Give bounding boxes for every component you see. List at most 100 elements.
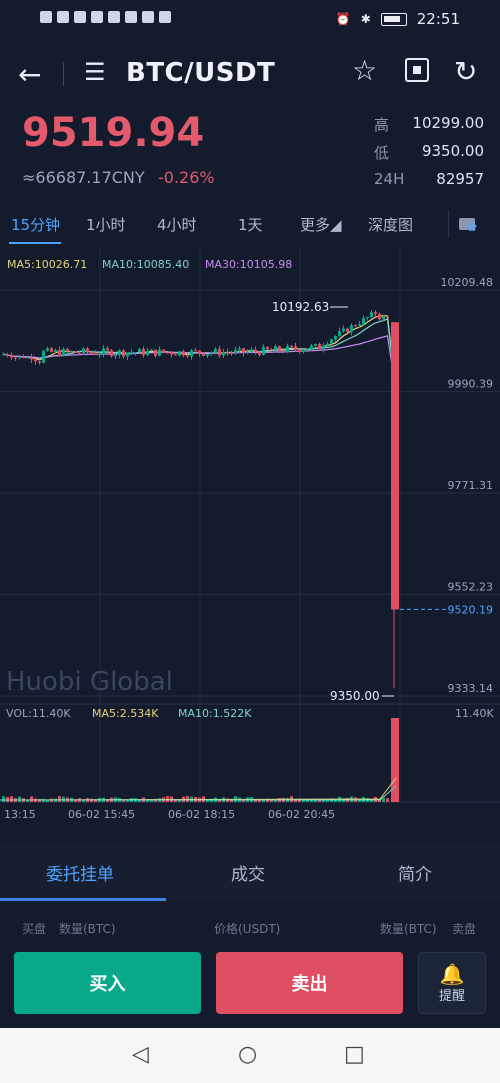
home-circle-icon[interactable]: ○	[238, 1042, 257, 1067]
stat-value: 9350.00	[421, 142, 484, 160]
candle-body	[214, 348, 217, 353]
status-icons-right: ⏰ ✱ 22:51	[336, 10, 460, 28]
price-header: 价格(USDT)	[214, 922, 281, 936]
candle-body	[154, 349, 157, 356]
candle-body	[2, 354, 5, 356]
tab-trades[interactable]: 成交	[231, 860, 265, 885]
signal-icon	[57, 11, 69, 23]
refresh-icon[interactable]: ↻	[454, 55, 477, 88]
bell-icon: 🔔	[439, 961, 465, 986]
candle-body	[106, 348, 109, 351]
x-tick-label: 06-02 15:45	[68, 808, 135, 821]
candle-body	[386, 316, 389, 318]
candle-body	[234, 349, 237, 354]
candle-body	[362, 317, 365, 325]
kline-svg: 10209.48 9990.39 9771.31 9552.23 9333.14 13:1…	[0, 246, 500, 821]
candle-body	[38, 361, 41, 363]
candle-body	[14, 357, 17, 359]
candle-body	[78, 352, 81, 354]
y-tick-label: 9771.31	[448, 479, 494, 492]
recents-square-icon[interactable]: □	[344, 1042, 365, 1067]
candle-body	[286, 345, 289, 352]
candle-body	[298, 349, 301, 352]
candle-body	[282, 350, 285, 352]
high-annotation: 10192.63	[272, 300, 329, 314]
ask-header: 卖盘	[452, 922, 477, 936]
tab-1h[interactable]: 1小时	[86, 214, 126, 235]
candle-body	[218, 348, 221, 356]
tab-orders[interactable]: 委托挂单	[46, 860, 114, 885]
candle-body	[134, 352, 137, 354]
candle-body	[162, 349, 165, 353]
stat-label: 高	[374, 116, 390, 134]
alert-button[interactable]: 🔔 提醒	[418, 952, 486, 1014]
candle-body	[190, 350, 193, 357]
candle-body	[246, 351, 249, 353]
stat-value: 10299.00	[412, 114, 484, 132]
star-icon[interactable]: ☆	[352, 54, 377, 87]
system-nav-bar: ◁ ○ □	[0, 1028, 500, 1083]
candle-body	[142, 348, 145, 356]
change-percent: -0.26%	[158, 168, 215, 187]
candle-body	[346, 328, 349, 332]
app-icon	[91, 11, 103, 23]
candle-body	[338, 331, 341, 337]
candle-body	[170, 352, 173, 355]
cny-price: ≈66687.17CNY	[22, 168, 145, 187]
chart-settings-icon[interactable]	[448, 210, 478, 238]
candle-body	[158, 349, 161, 356]
candle-body	[226, 352, 229, 354]
sell-button[interactable]: 卖出	[216, 952, 403, 1014]
candle-body	[22, 356, 25, 358]
menu-icon[interactable]: ☰	[84, 58, 106, 86]
buy-button[interactable]: 买入	[14, 952, 201, 1014]
candle-body	[318, 343, 321, 350]
tab-more[interactable]: 更多◢	[300, 214, 342, 235]
candle-body	[10, 355, 13, 358]
last-price: 9519.94	[22, 110, 205, 156]
stat-volume: 24H 82957	[374, 170, 484, 198]
candle-body	[290, 345, 293, 347]
back-icon[interactable]: ←	[18, 58, 41, 91]
candle-body	[242, 348, 245, 353]
kline-chart[interactable]: 10209.48 9990.39 9771.31 9552.23 9333.14 13:1…	[0, 246, 500, 826]
clock: 22:51	[416, 10, 460, 28]
candle-body	[146, 350, 149, 356]
tab-1d[interactable]: 1天	[238, 214, 263, 235]
stat-high: 高 10299.00	[374, 114, 484, 142]
candle-body	[90, 352, 93, 354]
tab-indicator	[0, 898, 166, 901]
alert-label: 提醒	[438, 988, 465, 1004]
candle-body	[274, 346, 277, 351]
vol-max-label: 11.40K	[455, 707, 494, 720]
candle-body	[74, 351, 77, 353]
candle-body	[18, 356, 21, 358]
back-triangle-icon[interactable]: ◁	[132, 1042, 149, 1067]
scan-icon[interactable]	[405, 58, 429, 82]
candle-body	[174, 354, 177, 356]
candle-body	[334, 336, 337, 340]
candle-body	[310, 345, 313, 350]
vol-ma5-label: MA5:2.534K	[92, 707, 159, 720]
candle-body	[254, 349, 257, 352]
candle-body	[314, 343, 317, 346]
trade-actions: 买入 卖出 🔔 提醒	[0, 940, 500, 1028]
amount-header: 数量(BTC)	[380, 922, 437, 936]
candle-body	[222, 352, 225, 356]
ma10-label: MA10:10085.40	[102, 258, 189, 271]
bluetooth-icon: ✱	[360, 12, 371, 26]
tab-depth[interactable]: 深度图	[368, 214, 413, 235]
candle-body	[354, 325, 357, 327]
current-price-label: 9520.19	[448, 603, 494, 616]
chat-icon	[142, 11, 154, 23]
tab-4h[interactable]: 4小时	[157, 214, 197, 235]
y-tick-label: 9990.39	[448, 378, 494, 391]
app-icon	[159, 11, 171, 23]
tab-info[interactable]: 简介	[398, 860, 432, 885]
candle-body	[82, 348, 85, 354]
candle-body	[122, 350, 125, 357]
tab-15min[interactable]: 15分钟	[11, 214, 60, 235]
pair-title[interactable]: BTC/USDT	[126, 58, 275, 88]
volume-bar	[386, 798, 389, 802]
candle-body	[58, 350, 61, 356]
